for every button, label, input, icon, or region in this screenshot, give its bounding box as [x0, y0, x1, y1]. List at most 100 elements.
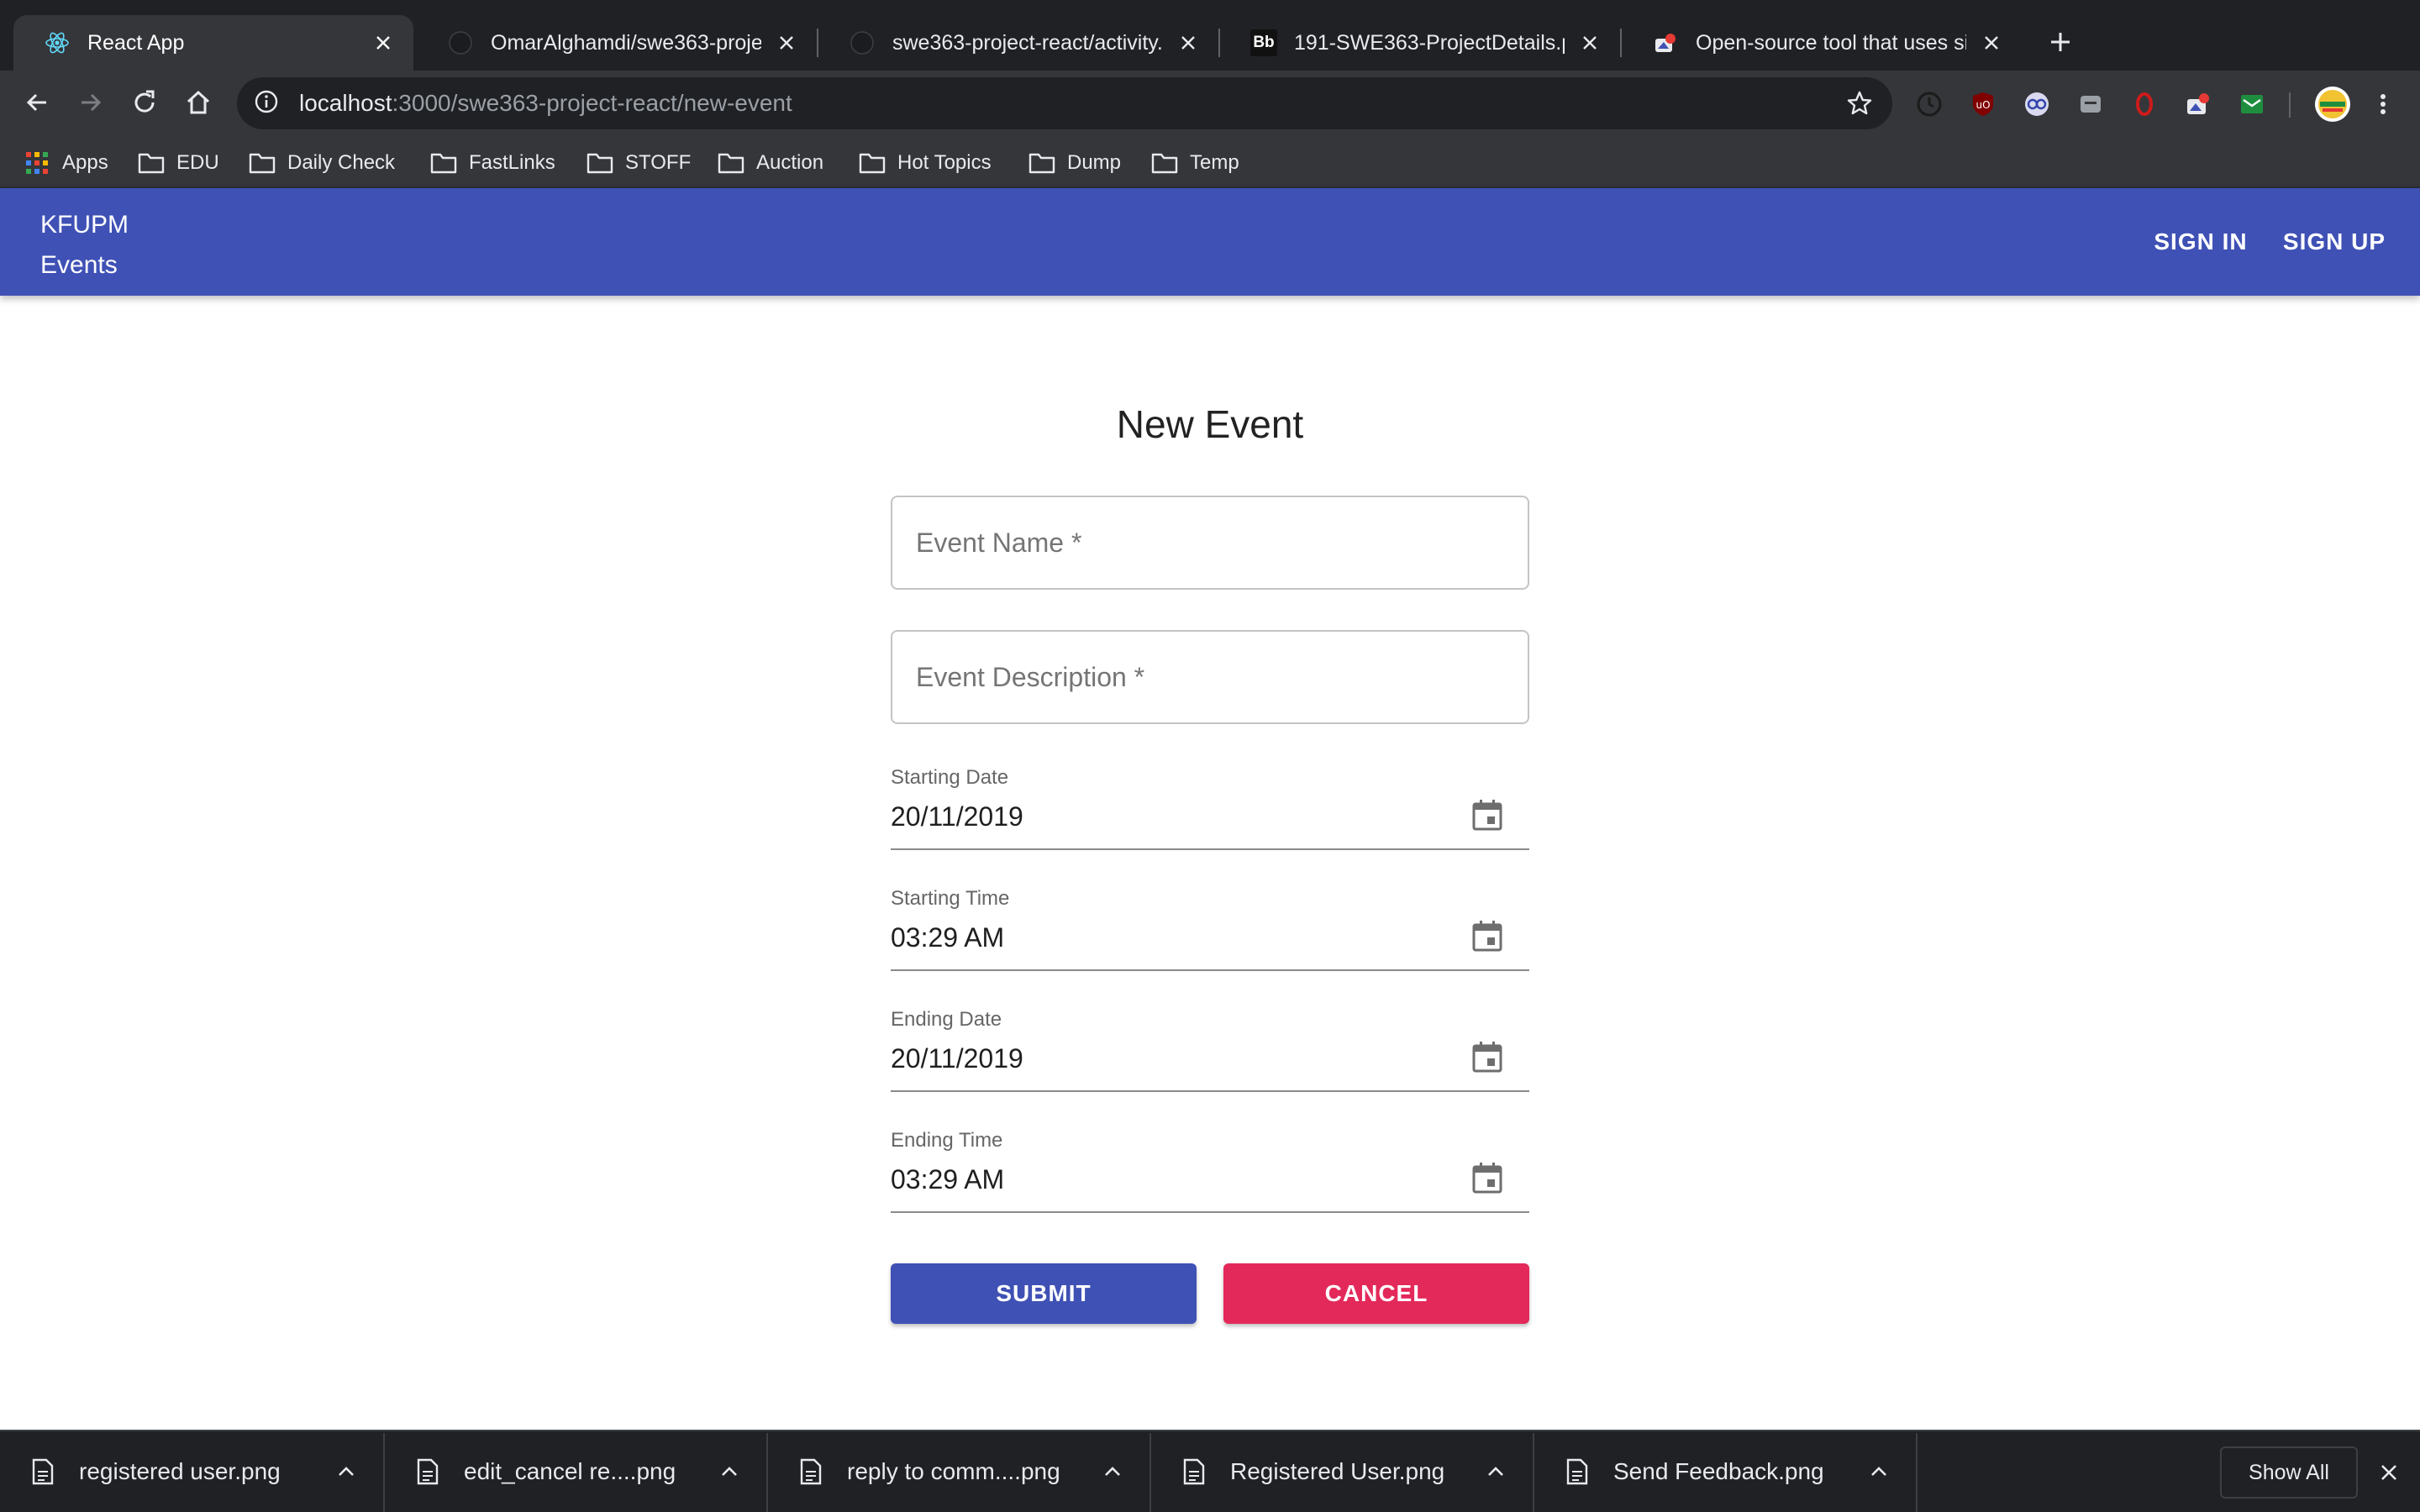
tab-title: swe363-project-react/activity.: [892, 30, 1163, 55]
download-filename: edit_cancel re....png: [464, 1458, 676, 1484]
forward-button[interactable]: [71, 84, 111, 124]
bookmark-folder-dump[interactable]: Dump: [1028, 146, 1121, 180]
home-icon: [184, 88, 213, 121]
bookmark-folder-fastlinks[interactable]: FastLinks: [430, 146, 555, 180]
event-name-field[interactable]: [891, 496, 1529, 590]
new-tab-button[interactable]: [2042, 25, 2079, 62]
reload-button[interactable]: [124, 84, 165, 124]
close-icon[interactable]: [773, 29, 800, 56]
folder-icon: [587, 151, 613, 175]
image-extension-icon[interactable]: [2183, 89, 2213, 119]
download-item[interactable]: Registered User.png: [1151, 1431, 1531, 1512]
app-icon: [1652, 29, 1679, 56]
bookmark-label: Auction: [756, 151, 824, 174]
event-description-field[interactable]: [891, 630, 1529, 724]
folder-icon: [430, 151, 457, 175]
folder-icon: [138, 151, 165, 175]
bookmark-folder-stoff[interactable]: STOFF: [587, 146, 691, 180]
apps-grid-icon: [24, 151, 50, 175]
underline: [891, 1090, 1529, 1092]
show-all-downloads-button[interactable]: Show All: [2220, 1446, 2358, 1499]
chevron-up-icon[interactable]: [1099, 1458, 1126, 1485]
bookmark-folder-daily-check[interactable]: Daily Check: [249, 146, 395, 180]
close-icon[interactable]: [1576, 29, 1603, 56]
bookmark-folder-edu[interactable]: EDU: [138, 146, 219, 180]
app-bar: KFUPM Events SIGN IN SIGN UP: [0, 188, 2420, 296]
bookmark-folder-auction[interactable]: Auction: [718, 146, 823, 180]
calendar-icon[interactable]: [1467, 916, 1507, 956]
ending-time-picker[interactable]: Ending Time 03:29 AM: [891, 1129, 1529, 1213]
chevron-up-icon[interactable]: [1865, 1458, 1892, 1485]
ending-date-picker[interactable]: Ending Date 20/11/2019: [891, 1008, 1529, 1092]
file-icon: [798, 1457, 823, 1487]
tab-title: React App: [87, 30, 185, 55]
folder-icon: [1028, 151, 1055, 175]
bookmarks-bar: Apps EDU Daily Check FastLinks STOFF Auc…: [0, 138, 2420, 188]
close-icon[interactable]: [370, 29, 397, 56]
submit-button[interactable]: SUBMIT: [891, 1263, 1197, 1324]
download-shelf: registered user.png edit_cancel re....pn…: [0, 1430, 2420, 1512]
event-description-input[interactable]: [916, 632, 1528, 722]
calendar-icon[interactable]: [1467, 1037, 1507, 1077]
chevron-up-icon[interactable]: [716, 1458, 743, 1485]
profile-avatar[interactable]: [2312, 84, 2353, 124]
chevron-up-icon[interactable]: [1482, 1458, 1509, 1485]
download-filename: registered user.png: [79, 1458, 281, 1484]
ending-time-value[interactable]: 03:29 AM: [891, 1164, 1004, 1195]
bookmark-label: EDU: [176, 151, 219, 174]
clock-extension-icon[interactable]: [1914, 89, 1944, 119]
ublock-icon[interactable]: uO: [1968, 89, 1998, 119]
folder-icon: [859, 151, 886, 175]
starting-time-value[interactable]: 03:29 AM: [891, 922, 1004, 953]
back-button[interactable]: [17, 84, 57, 124]
bookmark-apps[interactable]: Apps: [24, 146, 108, 180]
bookmark-folder-hot-topics[interactable]: Hot Topics: [859, 146, 992, 180]
bookmark-label: Hot Topics: [897, 151, 992, 174]
close-icon[interactable]: [1175, 29, 1202, 56]
tab-react-app[interactable]: React App: [13, 15, 413, 71]
address-url: localhost:3000/swe363-project-react/new-…: [299, 90, 792, 117]
github-icon: [849, 29, 876, 56]
brand-line-2: Events: [40, 251, 118, 279]
download-item[interactable]: edit_cancel re....png: [385, 1431, 765, 1512]
tab-github-repo[interactable]: OmarAlghamdi/swe363-project: [417, 15, 817, 71]
chevron-up-icon[interactable]: [333, 1458, 360, 1485]
bookmark-folder-temp[interactable]: Temp: [1151, 146, 1239, 180]
starting-date-picker[interactable]: Starting Date 20/11/2019: [891, 766, 1529, 850]
download-item[interactable]: registered user.png: [0, 1431, 381, 1512]
calendar-icon[interactable]: [1467, 795, 1507, 835]
close-icon[interactable]: [2373, 1457, 2405, 1488]
download-item[interactable]: reply to comm....png: [768, 1431, 1148, 1512]
calendar-icon[interactable]: [1467, 1158, 1507, 1198]
tab-github-activity[interactable]: swe363-project-react/activity.: [818, 15, 1218, 71]
reload-icon: [130, 88, 159, 121]
ending-date-value[interactable]: 20/11/2019: [891, 1043, 1023, 1074]
event-name-input[interactable]: [916, 497, 1528, 588]
starting-time-picker[interactable]: Starting Time 03:29 AM: [891, 887, 1529, 971]
glasses-extension-icon[interactable]: [2022, 89, 2052, 119]
tab-title: Open-source tool that uses sim: [1696, 30, 1966, 55]
download-item[interactable]: Send Feedback.png: [1534, 1431, 1914, 1512]
arrow-right-icon: [76, 88, 105, 121]
brand-logo[interactable]: KFUPM Events: [40, 205, 129, 286]
tab-title: 191-SWE363-ProjectDetails.pdf: [1294, 30, 1565, 55]
close-icon[interactable]: [1978, 29, 2005, 56]
sign-up-button[interactable]: SIGN UP: [2267, 222, 2402, 262]
more-vertical-icon[interactable]: [2368, 89, 2398, 119]
info-icon: [254, 89, 279, 118]
home-button[interactable]: [178, 84, 218, 124]
mail-extension-icon[interactable]: [2237, 89, 2267, 119]
chat-extension-icon[interactable]: [2075, 89, 2106, 119]
file-icon: [30, 1457, 55, 1487]
address-bar[interactable]: localhost:3000/swe363-project-react/new-…: [237, 77, 1892, 129]
page-title: New Event: [1116, 402, 1304, 446]
tab-project-details[interactable]: Bb 191-SWE363-ProjectDetails.pdf: [1220, 15, 1620, 71]
cancel-button[interactable]: CANCEL: [1223, 1263, 1529, 1324]
starting-date-value[interactable]: 20/11/2019: [891, 801, 1023, 832]
bookmark-star-icon[interactable]: [1840, 84, 1879, 123]
starting-time-label: Starting Time: [891, 887, 1010, 910]
toolbar-separator: [2289, 92, 2291, 118]
tab-open-source-tool[interactable]: Open-source tool that uses sim: [1622, 15, 2022, 71]
opera-icon[interactable]: [2129, 89, 2160, 119]
sign-in-button[interactable]: SIGN IN: [2146, 222, 2255, 262]
